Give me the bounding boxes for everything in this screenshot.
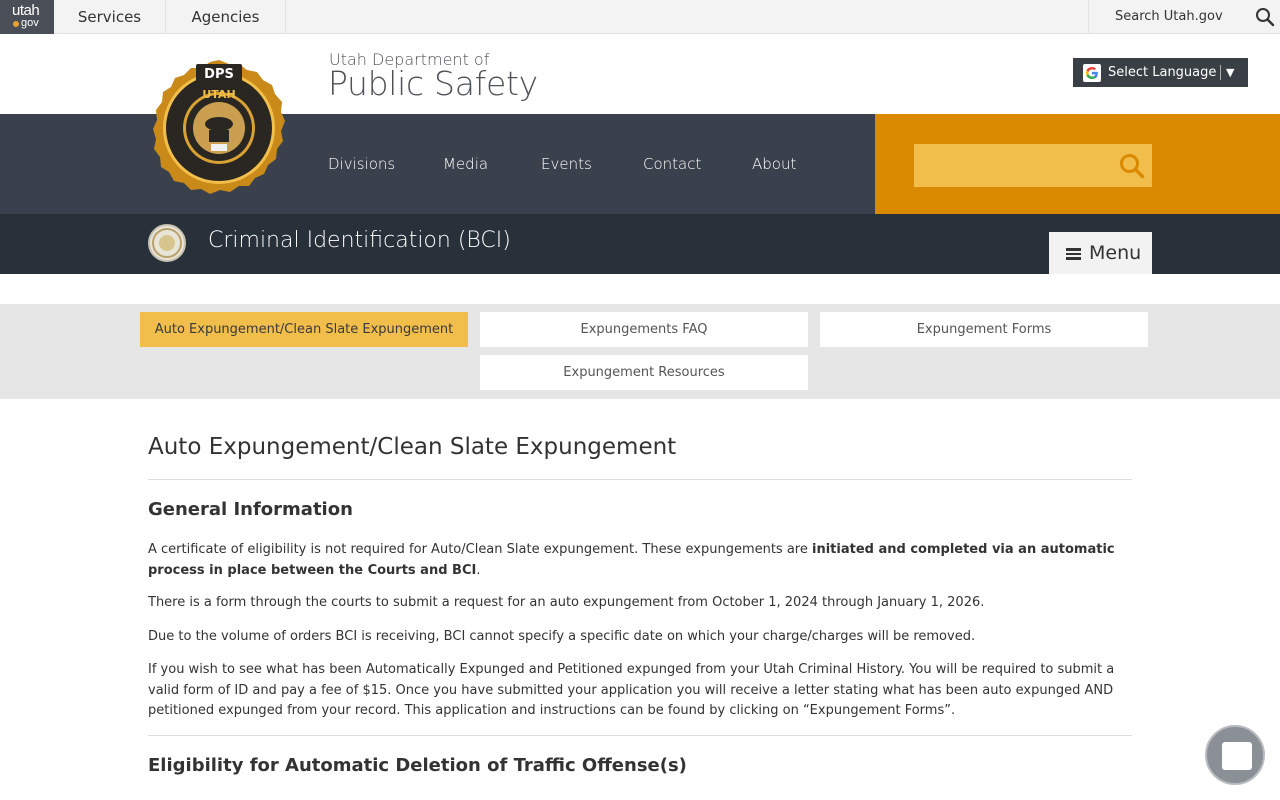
language-separator [1220,65,1221,80]
paragraph-court-form: There is a form through the courts to su… [148,595,985,610]
nav-media[interactable]: Media [443,114,488,214]
utah-logo-text: utah [12,2,40,19]
bci-seal-logo [148,224,186,262]
search-utah-gov-label: Search Utah.gov [1115,9,1223,24]
division-title[interactable]: Criminal Identification (BCI) [208,228,511,253]
menu-label: Menu [1089,242,1142,264]
select-language-button[interactable]: Select Language ▼ [1073,58,1248,87]
section-heading-traffic-eligibility: Eligibility for Automatic Deletion of Tr… [148,755,687,776]
google-icon [1083,64,1101,82]
page-title: Auto Expungement/Clean Slate Expungement [148,434,677,460]
hamburger-icon [1066,248,1081,260]
nav-contact[interactable]: Contact [643,114,701,214]
utah-gov-logo[interactable]: utah gov [0,0,54,34]
tab-expungement-forms[interactable]: Expungement Forms [820,312,1148,347]
badge-utah-text: UTAH [202,88,235,101]
paragraph-certificate: A certificate of eligibility is not requ… [148,540,1132,581]
section-heading-general-information: General Information [148,499,353,520]
divider [148,479,1132,480]
main-nav-bar [0,114,875,214]
paragraph-volume: Due to the volume of orders BCI is recei… [148,629,976,644]
chat-widget-button[interactable] [1205,725,1265,785]
tab-expungements-faq[interactable]: Expungements FAQ [480,312,808,347]
department-title[interactable]: Public Safety [328,64,538,103]
site-search-input[interactable] [914,144,1152,187]
badge-dps-text: DPS [204,67,234,82]
nav-about[interactable]: About [752,114,796,214]
tab-auto-expungement[interactable]: Auto Expungement/Clean Slate Expungement [140,312,468,347]
badge-year-text: 1896 [213,155,226,161]
search-icon[interactable] [1255,7,1275,27]
divider [148,735,1132,736]
search-icon[interactable] [1118,152,1146,180]
dps-badge-logo[interactable]: DPS UTAH 1896 [152,50,286,196]
services-link[interactable]: Services [54,0,166,34]
nav-divisions[interactable]: Divisions [328,114,395,214]
select-language-label: Select Language [1108,65,1217,80]
paragraph-certificate-text: A certificate of eligibility is not requ… [148,542,812,557]
search-utah-gov[interactable]: Search Utah.gov [1088,0,1280,34]
menu-button[interactable]: Menu [1049,232,1152,274]
paragraph-history-request: If you wish to see what has been Automat… [148,662,1115,718]
chevron-down-icon: ▼ [1226,66,1235,79]
chat-icon [1222,742,1252,770]
tab-expungement-resources[interactable]: Expungement Resources [480,355,808,390]
paragraph-certificate-end: . [476,562,481,578]
utah-logo-dot [13,21,19,27]
gov-logo-text: gov [21,17,39,29]
nav-events[interactable]: Events [541,114,592,214]
agencies-link[interactable]: Agencies [166,0,286,34]
